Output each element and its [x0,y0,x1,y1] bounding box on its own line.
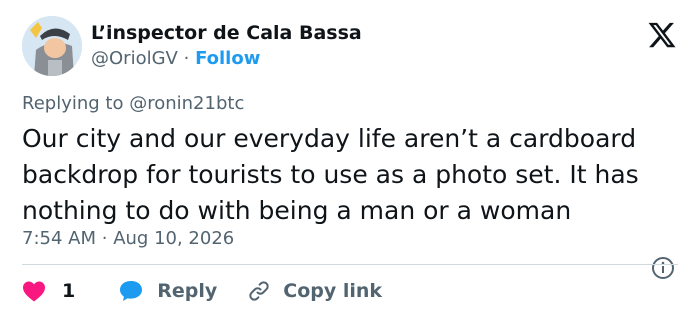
tweet-text-line: nothing to do with being a man or a woma… [22,196,572,225]
avatar-image [22,16,82,76]
reply-context-mention[interactable]: @ronin21btc [129,93,244,114]
tweet-text: Our city and our everyday life aren’t a … [22,121,682,229]
copy-link-label: Copy link [283,280,383,302]
tweet-time: 7:54 AM [22,228,96,249]
x-logo-icon[interactable] [647,20,677,50]
author-handle-row: @OriolGV · Follow [91,48,260,69]
reply-button[interactable]: Reply [119,280,217,302]
reply-context: Replying to @ronin21btc [22,93,244,114]
tweet-date: Aug 10, 2026 [113,228,235,249]
reply-bubble-icon [119,280,143,302]
avatar[interactable] [22,16,82,76]
tweet-text-line: Our city and our everyday life aren’t a … [22,124,637,153]
like-button[interactable]: 1 [22,280,75,302]
author-handle[interactable]: @OriolGV [91,48,178,69]
copy-link-button[interactable]: Copy link [247,279,382,303]
author-display-name[interactable]: L’inspector de Cala Bassa [91,22,362,44]
like-count: 1 [62,280,76,302]
follow-button[interactable]: Follow [195,48,260,69]
link-icon [247,279,271,303]
action-bar: 1 Reply Copy link [22,278,382,304]
tweet-text-line: backdrop for tourists to use as a photo … [22,160,639,189]
heart-icon [22,280,46,302]
timestamp-separator: · [101,228,108,249]
reply-label: Reply [157,280,218,302]
reply-context-prefix: Replying to [22,93,124,114]
info-icon[interactable] [651,256,675,280]
tweet-timestamp[interactable]: 7:54 AM · Aug 10, 2026 [22,228,234,249]
divider [22,264,678,265]
handle-separator: · [183,48,190,69]
